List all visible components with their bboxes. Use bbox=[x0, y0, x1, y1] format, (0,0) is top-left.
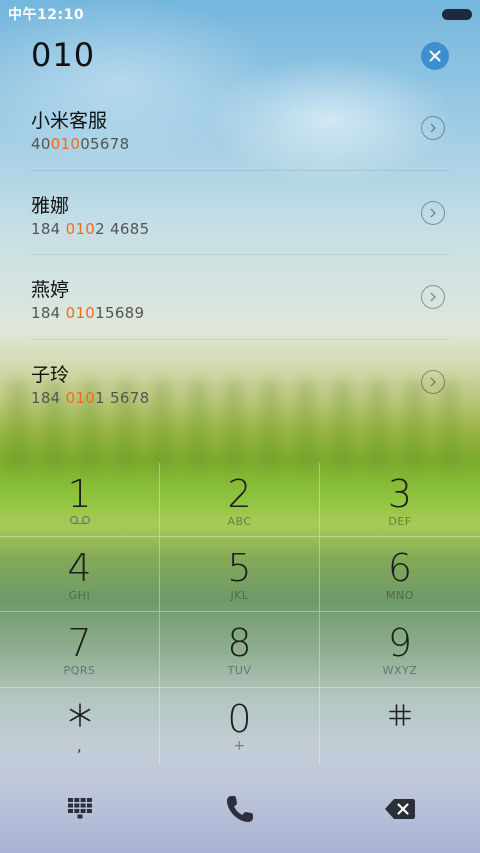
key-letters: TUV bbox=[227, 664, 252, 677]
backspace-icon bbox=[385, 799, 415, 819]
key-digit: 4 bbox=[67, 546, 92, 590]
status-time: 中午12:10 bbox=[8, 7, 85, 23]
number-suffix: 2 4685 bbox=[95, 219, 150, 238]
number-match-highlight: 010 bbox=[65, 388, 96, 407]
dialpad-icon bbox=[68, 798, 92, 819]
contact-result[interactable]: 小米客服 4001005678 bbox=[31, 86, 449, 171]
dial-keypad: 1 2 ABC 3 DEF 4 GHI 5 JKL 6 MNO 7 PQRS 8… bbox=[0, 463, 480, 764]
hash-icon-wrap bbox=[320, 702, 480, 728]
key-letters: WXYZ bbox=[382, 664, 418, 677]
contact-detail-button[interactable] bbox=[421, 369, 445, 394]
battery-icon bbox=[442, 8, 472, 20]
key-star[interactable]: , bbox=[0, 688, 160, 764]
contact-number: 4001005678 bbox=[31, 135, 129, 153]
contact-number: 184 01015689 bbox=[31, 304, 144, 322]
key-letters: ABC bbox=[227, 515, 252, 528]
key-digit: 0 bbox=[227, 697, 252, 741]
backspace-button[interactable] bbox=[370, 784, 430, 834]
key-7[interactable]: 7 PQRS bbox=[0, 612, 160, 688]
key-5[interactable]: 5 JKL bbox=[160, 537, 320, 612]
number-suffix: 1 5678 bbox=[95, 388, 150, 407]
dialed-number: 010 bbox=[31, 36, 96, 74]
contact-results-list: 小米客服 4001005678 雅娜 184 0102 4685 燕婷 184 … bbox=[0, 86, 480, 424]
key-letters: + bbox=[233, 738, 246, 754]
key-digit: 7 bbox=[67, 621, 92, 665]
key-4[interactable]: 4 GHI bbox=[0, 537, 160, 612]
key-star-sub: , bbox=[76, 736, 83, 755]
key-letters: PQRS bbox=[63, 664, 96, 677]
key-digit: 1 bbox=[67, 472, 92, 516]
key-digit: 2 bbox=[227, 472, 252, 516]
key-hash[interactable] bbox=[320, 688, 480, 764]
key-letters: JKL bbox=[230, 589, 249, 602]
key-1[interactable]: 1 bbox=[0, 463, 160, 537]
hash-icon bbox=[389, 704, 411, 726]
key-0[interactable]: 0 + bbox=[160, 688, 320, 764]
number-prefix: 40 bbox=[31, 135, 51, 153]
key-9[interactable]: 9 WXYZ bbox=[320, 612, 480, 688]
contact-result[interactable]: 雅娜 184 0102 4685 bbox=[31, 171, 449, 255]
chevron-right-icon bbox=[430, 377, 436, 386]
contact-name: 雅娜 bbox=[31, 194, 70, 217]
dial-header: 010 bbox=[0, 36, 480, 84]
phone-icon bbox=[227, 796, 253, 822]
number-suffix: 15689 bbox=[95, 304, 145, 322]
voicemail-icon bbox=[69, 515, 90, 525]
key-letters: MNO bbox=[386, 589, 414, 602]
contact-name: 小米客服 bbox=[31, 110, 108, 132]
key-letters: DEF bbox=[388, 515, 412, 528]
contact-detail-button[interactable] bbox=[421, 285, 445, 309]
bottom-action-bar bbox=[0, 765, 480, 853]
key-digit: 3 bbox=[387, 472, 413, 516]
chevron-right-icon bbox=[430, 123, 436, 133]
chevron-right-icon bbox=[430, 208, 436, 217]
number-match-highlight: 010 bbox=[50, 135, 81, 153]
number-prefix: 184 bbox=[31, 388, 66, 407]
key-6[interactable]: 6 MNO bbox=[320, 537, 480, 612]
number-prefix: 184 bbox=[31, 219, 66, 238]
dialpad-toggle-button[interactable] bbox=[50, 784, 110, 834]
key-3[interactable]: 3 DEF bbox=[320, 463, 480, 537]
contact-number: 184 0102 4685 bbox=[31, 220, 149, 238]
contact-number: 184 0101 5678 bbox=[31, 389, 149, 407]
clear-button[interactable] bbox=[421, 42, 449, 70]
key-digit: 6 bbox=[387, 546, 413, 590]
contact-detail-button[interactable] bbox=[421, 116, 445, 140]
number-prefix: 184 bbox=[31, 304, 66, 322]
key-2[interactable]: 2 ABC bbox=[160, 463, 320, 537]
number-suffix: 05678 bbox=[80, 135, 130, 153]
contact-name: 子玲 bbox=[31, 363, 70, 386]
contact-result[interactable]: 子玲 184 0101 5678 bbox=[31, 340, 449, 425]
call-button[interactable] bbox=[210, 784, 270, 834]
key-digit: 8 bbox=[227, 621, 252, 665]
asterisk-icon-wrap bbox=[0, 702, 159, 728]
key-8[interactable]: 8 TUV bbox=[160, 612, 320, 688]
number-match-highlight: 010 bbox=[65, 219, 96, 238]
number-match-highlight: 010 bbox=[65, 304, 96, 322]
contact-detail-button[interactable] bbox=[421, 200, 445, 225]
key-letters: GHI bbox=[68, 589, 91, 602]
contact-result[interactable]: 燕婷 184 01015689 bbox=[31, 255, 449, 340]
status-bar: 中午12:10 bbox=[0, 0, 480, 28]
chevron-right-icon bbox=[430, 292, 436, 302]
contact-name: 燕婷 bbox=[31, 279, 70, 301]
asterisk-icon bbox=[69, 703, 90, 727]
close-icon bbox=[429, 50, 441, 62]
key-digit: 9 bbox=[387, 621, 413, 665]
voicemail-icon-wrap bbox=[0, 515, 159, 525]
key-digit: 5 bbox=[227, 546, 252, 590]
